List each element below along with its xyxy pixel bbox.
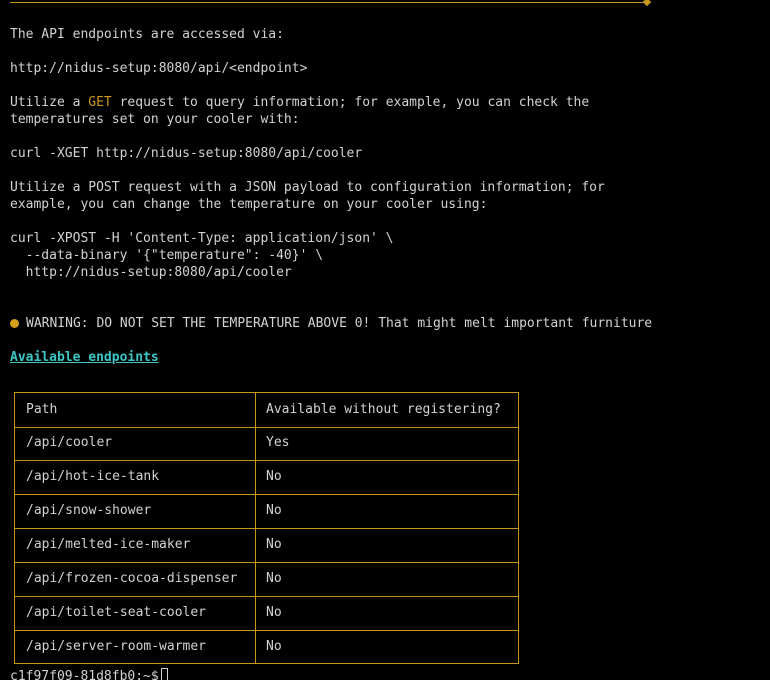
endpoint-path: /api/cooler [26, 435, 113, 450]
endpoint-availability: No [266, 503, 282, 518]
get-prefix: Utilize a [10, 95, 89, 110]
table-row: /api/cooler Yes [15, 426, 518, 460]
shell-prompt[interactable]: c1f97f09-81d8fb0:~$ [10, 668, 168, 680]
endpoint-path: /api/server-room-warmer [26, 639, 207, 654]
warning-text: WARNING: DO NOT SET THE TEMPERATURE ABOV… [26, 316, 653, 331]
post-description-line2: example, you can change the temperature … [10, 197, 488, 212]
base-url: http://nidus-setup:8080/api/<endpoint> [10, 61, 308, 76]
endpoint-path: /api/melted-ice-maker [26, 537, 191, 552]
endpoint-availability: Yes [266, 435, 290, 450]
endpoint-availability: No [266, 571, 282, 586]
top-border [10, 2, 648, 3]
get-description-line2: temperatures set on your cooler with: [10, 112, 300, 127]
table-row: /api/toilet-seat-cooler No [15, 596, 518, 630]
get-description-line1: Utilize a GET request to query informati… [10, 94, 589, 111]
warning-line: WARNING: DO NOT SET THE TEMPERATURE ABOV… [10, 315, 652, 332]
available-endpoints-heading[interactable]: Available endpoints [10, 349, 159, 366]
cursor-block [160, 668, 168, 680]
top-border-corner [642, 0, 652, 7]
terminal-window[interactable]: The API endpoints are accessed via: http… [0, 0, 770, 680]
endpoint-availability: No [266, 639, 282, 654]
post-description-line1: Utilize a POST request with a JSON paylo… [10, 180, 605, 195]
endpoint-availability: No [266, 537, 282, 552]
endpoints-table: Path Available without registering? /api… [14, 392, 519, 664]
column-header-availability: Available without registering? [266, 402, 501, 417]
table-row: /api/snow-shower No [15, 494, 518, 528]
intro-text: The API endpoints are accessed via: [10, 27, 284, 42]
table-row: /api/hot-ice-tank No [15, 460, 518, 494]
table-row: /api/server-room-warmer No [15, 630, 518, 664]
post-command-line3: http://nidus-setup:8080/api/cooler [10, 265, 292, 280]
get-command: curl -XGET http://nidus-setup:8080/api/c… [10, 146, 363, 161]
prompt-text: c1f97f09-81d8fb0:~$ [10, 669, 159, 680]
table-row: /api/frozen-cocoa-dispenser No [15, 562, 518, 596]
get-suffix: request to query information; for exampl… [111, 95, 590, 110]
post-command-line2: --data-binary '{"temperature": -40}' \ [10, 248, 324, 263]
table-row: /api/melted-ice-maker No [15, 528, 518, 562]
endpoint-path: /api/snow-shower [26, 503, 152, 518]
endpoint-path: /api/frozen-cocoa-dispenser [26, 571, 238, 586]
endpoint-availability: No [266, 605, 282, 620]
endpoint-path: /api/hot-ice-tank [26, 469, 160, 484]
warning-dot-icon [10, 319, 19, 328]
get-method-highlight: GET [88, 95, 112, 110]
endpoint-path: /api/toilet-seat-cooler [26, 605, 207, 620]
post-command-line1: curl -XPOST -H 'Content-Type: applicatio… [10, 231, 394, 246]
table-header-row: Path Available without registering? [15, 393, 518, 427]
column-header-path: Path [26, 402, 58, 417]
endpoint-availability: No [266, 469, 282, 484]
